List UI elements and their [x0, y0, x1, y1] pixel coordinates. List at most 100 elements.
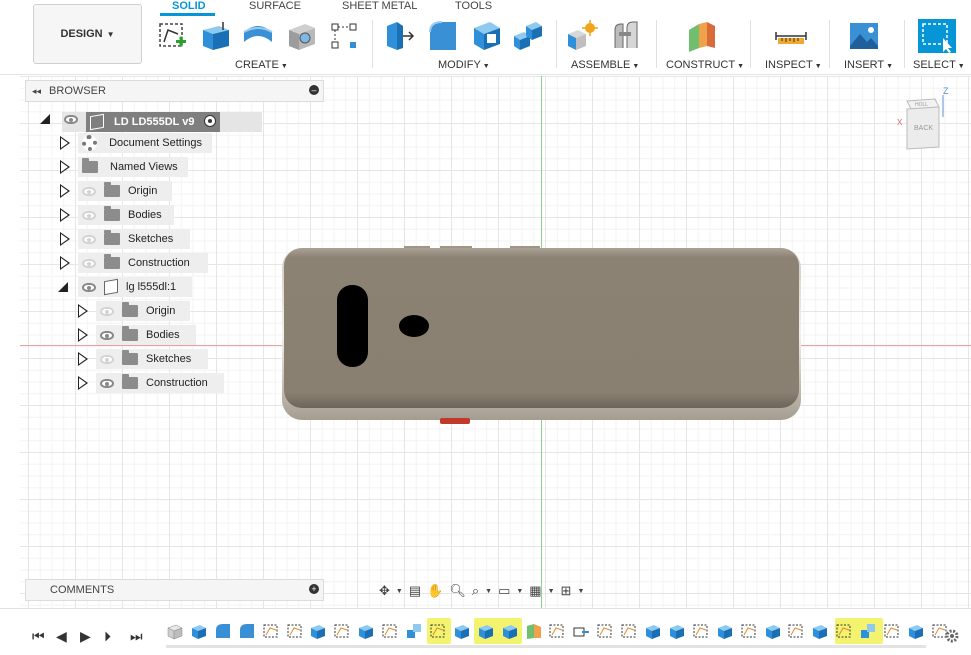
timeline-feature-extrude-icon[interactable] [309, 622, 327, 640]
timeline-feature-extrude-icon[interactable] [668, 622, 686, 640]
step-back-icon[interactable]: ◀ [56, 628, 67, 645]
timeline-feature-sketch-icon[interactable] [740, 622, 758, 640]
grid-icon[interactable]: ▦ [529, 583, 541, 599]
timeline-feature-extrude-icon[interactable] [477, 622, 495, 640]
timeline-feature-sketch-icon[interactable] [787, 622, 805, 640]
tab-tools[interactable]: TOOLS [455, 0, 492, 12]
tab-sheet-metal[interactable]: SHEET METAL [342, 0, 417, 12]
measure-icon[interactable] [774, 18, 808, 54]
extrude-icon[interactable] [199, 18, 233, 54]
fillet-icon[interactable] [426, 18, 460, 54]
eye-hidden-icon[interactable] [82, 258, 96, 268]
insert-image-icon[interactable] [847, 18, 881, 54]
sub-item-construction[interactable]: Construction [78, 372, 224, 394]
expand-triangle-icon[interactable] [60, 256, 71, 270]
timeline-feature-combine-icon[interactable] [859, 622, 877, 640]
eye-hidden-icon[interactable] [82, 234, 96, 244]
select-menu[interactable]: SELECT ▼ [913, 59, 965, 71]
timeline-feature-fillet-icon[interactable] [214, 622, 232, 640]
revolve-icon[interactable] [241, 18, 275, 54]
orbit-icon[interactable]: ✥ [379, 583, 390, 599]
step-forward-icon[interactable]: ⏵ [104, 628, 111, 645]
tree-item-construction[interactable]: Construction [60, 252, 208, 274]
expand-triangle-icon[interactable] [78, 352, 89, 366]
eye-hidden-icon[interactable] [82, 210, 96, 220]
eye-icon[interactable] [100, 330, 114, 340]
eye-hidden-icon[interactable] [82, 186, 96, 196]
timeline-feature-move-icon[interactable] [572, 622, 590, 640]
tab-solid[interactable]: SOLID [172, 0, 206, 12]
eye-icon[interactable] [82, 282, 96, 292]
timeline-settings-icon[interactable] [944, 628, 960, 644]
create-sketch-icon[interactable] [156, 18, 190, 54]
expand-triangle-icon[interactable] [60, 208, 71, 222]
tree-item-component[interactable]: lg l555dl:1 [58, 276, 192, 298]
construct-menu[interactable]: CONSTRUCT ▼ [666, 59, 744, 71]
sub-item-bodies[interactable]: Bodies [78, 324, 196, 346]
workspace-switcher[interactable]: DESIGN ▼ [33, 4, 142, 64]
sub-item-origin[interactable]: Origin [78, 300, 190, 322]
look-at-icon[interactable]: ▤ [409, 583, 421, 599]
collapse-triangle-icon[interactable] [58, 282, 68, 292]
timeline-feature-extrude-icon[interactable] [453, 622, 471, 640]
inspect-menu[interactable]: INSPECT ▼ [765, 59, 822, 71]
new-component-icon[interactable] [566, 18, 600, 54]
press-pull-icon[interactable] [383, 18, 417, 54]
zoom-icon[interactable]: 🔍︎ [449, 583, 466, 599]
create-menu[interactable]: CREATE ▼ [235, 59, 288, 71]
tab-surface[interactable]: SURFACE [249, 0, 301, 12]
expand-triangle-icon[interactable] [60, 160, 71, 174]
tree-item-document-settings[interactable]: Document Settings [60, 132, 212, 154]
timeline-feature-sketch-icon[interactable] [286, 622, 304, 640]
timeline-feature-sketch-icon[interactable] [883, 622, 901, 640]
timeline-feature-sketch-icon[interactable] [835, 622, 853, 640]
tree-item-named-views[interactable]: Named Views [60, 156, 188, 178]
chevron-down-icon[interactable]: ▼ [516, 588, 523, 595]
fit-icon[interactable]: ⌕ [472, 583, 479, 599]
phone-model[interactable] [280, 246, 803, 426]
comments-header[interactable]: COMMENTS + [25, 579, 324, 601]
play-icon[interactable]: ▶ [80, 628, 91, 645]
expand-triangle-icon[interactable] [60, 136, 71, 150]
eye-hidden-icon[interactable] [100, 354, 114, 364]
select-icon[interactable] [917, 18, 957, 54]
timeline-feature-sketch-icon[interactable] [548, 622, 566, 640]
combine-icon[interactable] [512, 18, 546, 54]
go-to-end-icon[interactable]: ⏭ [130, 628, 143, 645]
add-comment-icon[interactable]: + [309, 584, 319, 594]
display-settings-icon[interactable]: ▭ [498, 583, 510, 599]
tree-item-sketches[interactable]: Sketches [60, 228, 190, 250]
joint-icon[interactable] [609, 18, 643, 54]
timeline-feature-plane-icon[interactable] [525, 622, 543, 640]
insert-menu[interactable]: INSERT ▼ [844, 59, 893, 71]
tree-item-bodies[interactable]: Bodies [60, 204, 174, 226]
timeline-feature-fillet-icon[interactable] [238, 622, 256, 640]
expand-triangle-icon[interactable] [78, 304, 89, 318]
shell-icon[interactable] [470, 18, 504, 54]
collapse-triangle-icon[interactable] [40, 114, 50, 124]
browser-header[interactable]: ◂◂ BROWSER – [25, 80, 324, 102]
expand-triangle-icon[interactable] [78, 376, 89, 390]
tree-root[interactable]: LD LD555DL v9 [40, 108, 262, 132]
timeline-feature-sketch-icon[interactable] [262, 622, 280, 640]
expand-triangle-icon[interactable] [60, 184, 71, 198]
timeline-feature-extrude-icon[interactable] [190, 622, 208, 640]
tree-item-origin[interactable]: Origin [60, 180, 172, 202]
chevron-down-icon[interactable]: ▼ [577, 588, 584, 595]
timeline-feature-extrude-icon[interactable] [357, 622, 375, 640]
timeline-feature-extrude-icon[interactable] [764, 622, 782, 640]
expand-triangle-icon[interactable] [60, 232, 71, 246]
pattern-icon[interactable] [328, 18, 362, 54]
activate-radio-icon[interactable] [204, 115, 216, 127]
timeline-feature-extrude-icon[interactable] [907, 622, 925, 640]
collapse-icon[interactable]: ◂◂ [32, 86, 41, 97]
timeline-feature-sketch-icon[interactable] [381, 622, 399, 640]
viewports-icon[interactable]: ⊞ [561, 583, 572, 599]
offset-plane-icon[interactable] [685, 18, 719, 54]
timeline-feature-extrude-icon[interactable] [716, 622, 734, 640]
timeline-feature-sketch-icon[interactable] [596, 622, 614, 640]
timeline-feature-body-icon[interactable] [166, 622, 184, 640]
chevron-down-icon[interactable]: ▼ [396, 588, 403, 595]
assemble-menu[interactable]: ASSEMBLE ▼ [571, 59, 639, 71]
timeline-feature-extrude-icon[interactable] [501, 622, 519, 640]
